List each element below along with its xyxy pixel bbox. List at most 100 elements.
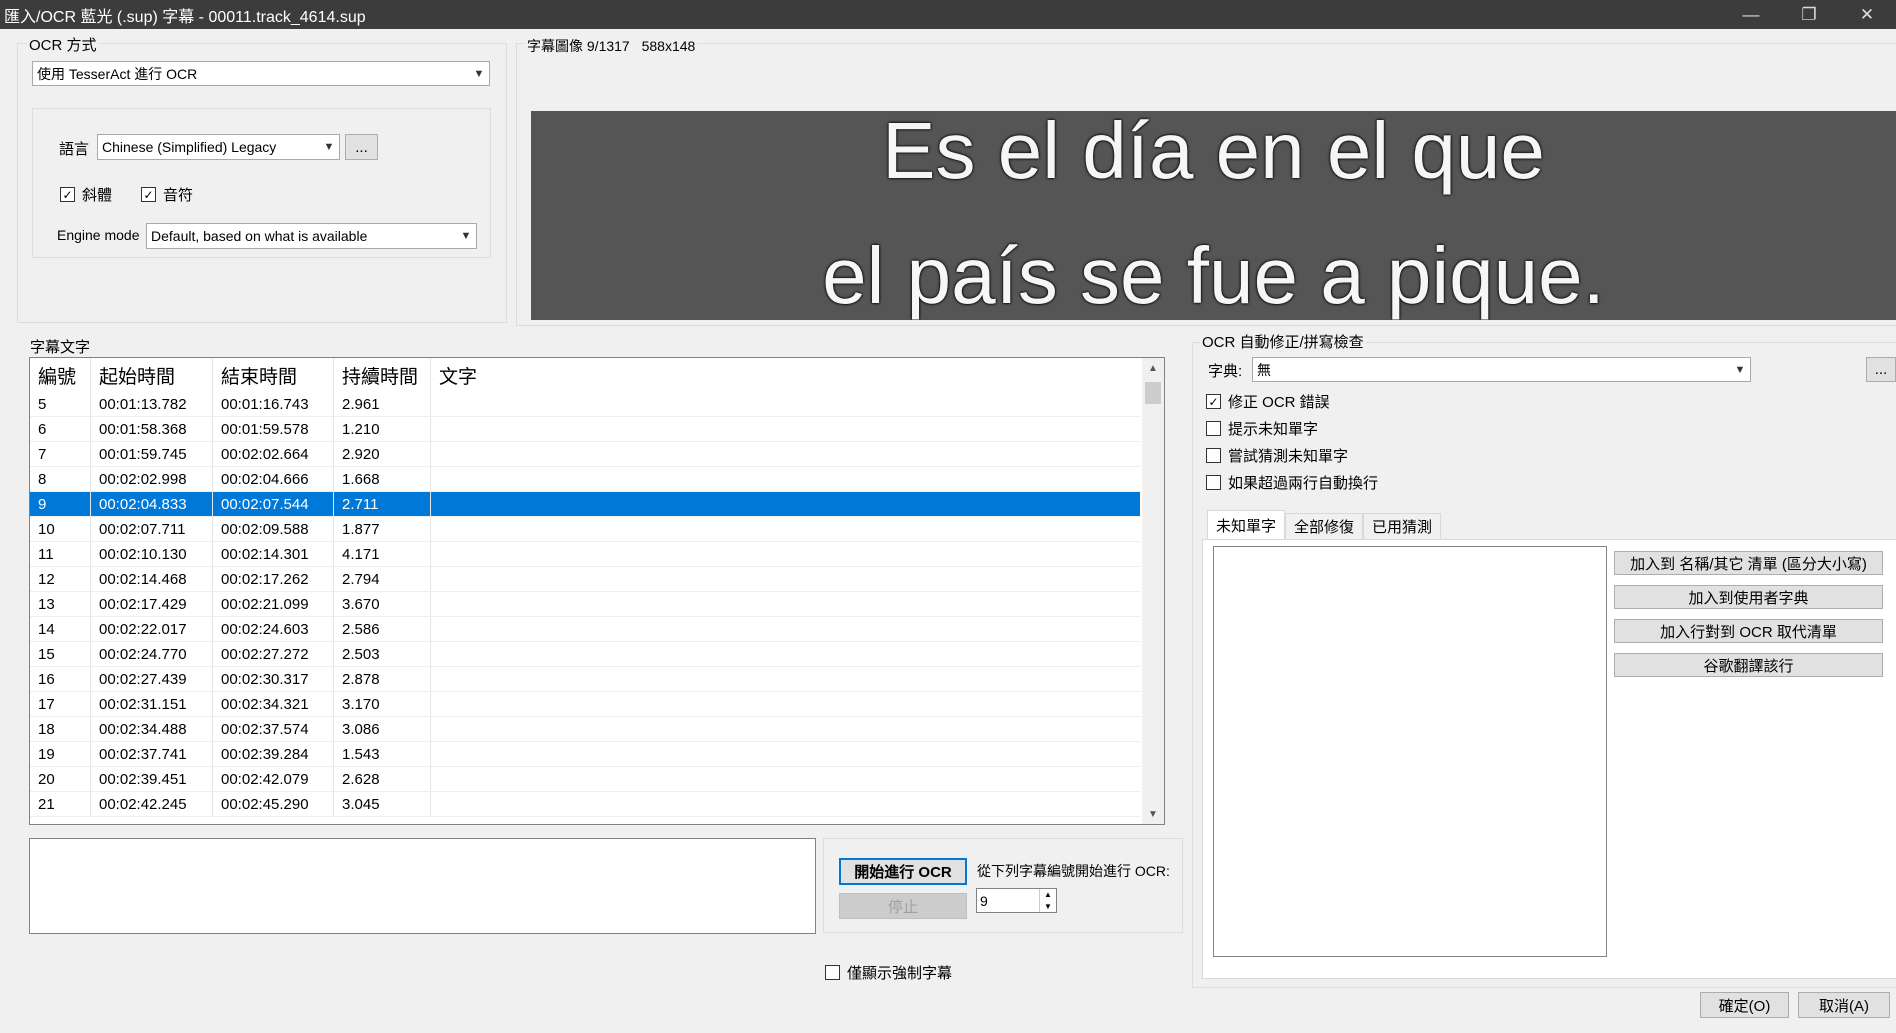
scroll-thumb[interactable] xyxy=(1145,382,1161,404)
table-row[interactable]: 20 00:02:39.451 00:02:42.079 2.628 xyxy=(30,767,1140,792)
subtitle-list-rows: 5 00:01:13.782 00:01:16.743 2.961 6 00:01:58.… xyxy=(30,392,1140,817)
row-number: 12 xyxy=(30,567,91,591)
unknown-words-list[interactable] xyxy=(1213,546,1607,957)
forced-only-check-icon xyxy=(825,965,840,980)
start-from-spinner[interactable]: ▲ ▼ xyxy=(1039,889,1056,912)
subtitle-list[interactable]: 編號 起始時間 結束時間 持續時間 文字 5 00:01:13.782 00:01:… xyxy=(29,357,1165,825)
diacritics-checkbox[interactable]: ✓ 音符 xyxy=(141,184,193,205)
table-row[interactable]: 14 00:02:22.017 00:02:24.603 2.586 xyxy=(30,617,1140,642)
row-number: 21 xyxy=(30,792,91,816)
row-start-time: 00:02:22.017 xyxy=(91,617,213,641)
start-ocr-button[interactable]: 開始進行 OCR xyxy=(839,858,967,885)
ocr-text-box[interactable] xyxy=(29,838,816,934)
italic-checkbox[interactable]: ✓ 斜體 xyxy=(60,184,112,205)
column-text[interactable]: 文字 xyxy=(431,358,1140,392)
google-translate-line-button[interactable]: 谷歌翻譯該行 xyxy=(1614,653,1883,677)
ocr-method-select[interactable]: 使用 TesserAct 進行 OCR ▼ xyxy=(32,61,490,86)
forced-only-checkbox[interactable]: 僅顯示強制字幕 xyxy=(825,962,952,983)
table-row[interactable]: 11 00:02:10.130 00:02:14.301 4.171 xyxy=(30,542,1140,567)
auto-break-checkbox[interactable]: 如果超過兩行自動換行 xyxy=(1206,472,1378,493)
start-from-input[interactable]: 9 ▲ ▼ xyxy=(976,888,1057,913)
guess-unknown-checkbox[interactable]: 嘗試猜測未知單字 xyxy=(1206,445,1348,466)
row-duration: 2.503 xyxy=(334,642,431,666)
row-start-time: 00:02:34.488 xyxy=(91,717,213,741)
row-start-time: 00:02:39.451 xyxy=(91,767,213,791)
language-more-button[interactable]: ... xyxy=(345,134,378,160)
dictionary-more-button[interactable]: ... xyxy=(1866,357,1896,382)
add-to-user-dictionary-button[interactable]: 加入到使用者字典 xyxy=(1614,585,1883,609)
stop-ocr-button[interactable]: 停止 xyxy=(839,893,967,919)
ok-button[interactable]: 確定(O) xyxy=(1700,992,1789,1018)
row-number: 18 xyxy=(30,717,91,741)
row-number: 20 xyxy=(30,767,91,791)
row-start-time: 00:02:37.741 xyxy=(91,742,213,766)
prompt-unknown-check-icon xyxy=(1206,421,1221,436)
scroll-down-icon[interactable]: ▼ xyxy=(1142,804,1164,824)
row-text xyxy=(431,667,1140,691)
table-row[interactable]: 13 00:02:17.429 00:02:21.099 3.670 xyxy=(30,592,1140,617)
table-row[interactable]: 15 00:02:24.770 00:02:27.272 2.503 xyxy=(30,642,1140,667)
language-select[interactable]: Chinese (Simplified) Legacy ▼ xyxy=(97,134,340,160)
row-text xyxy=(431,567,1140,591)
row-end-time: 00:02:21.099 xyxy=(213,592,334,616)
row-end-time: 00:01:16.743 xyxy=(213,392,334,416)
scroll-up-icon[interactable]: ▲ xyxy=(1142,358,1164,378)
engine-mode-select[interactable]: Default, based on what is available ▼ xyxy=(146,223,477,249)
tab-guesses-used[interactable]: 已用猜測 xyxy=(1363,513,1442,539)
restore-icon[interactable]: ❐ xyxy=(1780,0,1838,29)
row-start-time: 00:02:02.998 xyxy=(91,467,213,491)
cancel-button[interactable]: 取消(A) xyxy=(1798,992,1890,1018)
minimize-icon[interactable]: — xyxy=(1722,0,1780,29)
row-duration: 1.210 xyxy=(334,417,431,441)
guess-unknown-check-icon xyxy=(1206,448,1221,463)
row-start-time: 00:02:10.130 xyxy=(91,542,213,566)
preview-size: 588x148 xyxy=(641,38,696,54)
table-row[interactable]: 8 00:02:02.998 00:02:04.666 1.668 xyxy=(30,467,1140,492)
row-duration: 4.171 xyxy=(334,542,431,566)
row-number: 11 xyxy=(30,542,91,566)
ocr-method-value: 使用 TesserAct 進行 OCR xyxy=(37,65,198,82)
table-row[interactable]: 18 00:02:34.488 00:02:37.574 3.086 xyxy=(30,717,1140,742)
table-row[interactable]: 10 00:02:07.711 00:02:09.588 1.877 xyxy=(30,517,1140,542)
table-row[interactable]: 12 00:02:14.468 00:02:17.262 2.794 xyxy=(30,567,1140,592)
tab-unknown-words[interactable]: 未知單字 xyxy=(1207,510,1286,539)
column-number[interactable]: 編號 xyxy=(30,358,91,392)
table-row[interactable]: 7 00:01:59.745 00:02:02.664 2.920 xyxy=(30,442,1140,467)
row-text xyxy=(431,467,1140,491)
table-row[interactable]: 16 00:02:27.439 00:02:30.317 2.878 xyxy=(30,667,1140,692)
row-number: 16 xyxy=(30,667,91,691)
table-row[interactable]: 19 00:02:37.741 00:02:39.284 1.543 xyxy=(30,742,1140,767)
column-start-time[interactable]: 起始時間 xyxy=(91,358,213,392)
row-start-time: 00:02:27.439 xyxy=(91,667,213,691)
spin-down-icon[interactable]: ▼ xyxy=(1040,901,1056,913)
column-duration[interactable]: 持續時間 xyxy=(334,358,431,392)
row-end-time: 00:02:39.284 xyxy=(213,742,334,766)
row-number: 9 xyxy=(30,492,91,516)
fix-ocr-checkbox[interactable]: ✓ 修正 OCR 錯誤 xyxy=(1206,391,1330,412)
prompt-unknown-checkbox[interactable]: 提示未知單字 xyxy=(1206,418,1318,439)
table-row[interactable]: 9 00:02:04.833 00:02:07.544 2.711 xyxy=(30,492,1140,517)
tab-all-fixes[interactable]: 全部修復 xyxy=(1285,513,1364,539)
row-duration: 2.794 xyxy=(334,567,431,591)
language-value: Chinese (Simplified) Legacy xyxy=(102,139,277,155)
list-scrollbar[interactable]: ▲ ▼ xyxy=(1142,358,1164,824)
preview-index: 字幕圖像 9/1317 xyxy=(527,38,630,54)
table-row[interactable]: 21 00:02:42.245 00:02:45.290 3.045 xyxy=(30,792,1140,817)
autocorrect-tabs: 未知單字 全部修復 已用猜測 xyxy=(1207,510,1442,539)
dictionary-select[interactable]: 無 ▼ xyxy=(1252,357,1751,382)
ocr-method-label: OCR 方式 xyxy=(27,34,99,55)
add-to-ocr-replace-button[interactable]: 加入行對到 OCR 取代清單 xyxy=(1614,619,1883,643)
row-text xyxy=(431,792,1140,816)
subtitle-list-header: 編號 起始時間 結束時間 持續時間 文字 xyxy=(30,358,1140,392)
table-row[interactable]: 5 00:01:13.782 00:01:16.743 2.961 xyxy=(30,392,1140,417)
table-row[interactable]: 6 00:01:58.368 00:01:59.578 1.210 xyxy=(30,417,1140,442)
table-row[interactable]: 17 00:02:31.151 00:02:34.321 3.170 xyxy=(30,692,1140,717)
row-text xyxy=(431,617,1140,641)
column-end-time[interactable]: 結束時間 xyxy=(213,358,334,392)
row-end-time: 00:02:17.262 xyxy=(213,567,334,591)
row-text xyxy=(431,767,1140,791)
close-icon[interactable]: ✕ xyxy=(1838,0,1896,29)
add-to-names-button[interactable]: 加入到 名稱/其它 清單 (區分大小寫) xyxy=(1614,551,1883,575)
spin-up-icon[interactable]: ▲ xyxy=(1040,889,1056,901)
guess-unknown-label: 嘗試猜測未知單字 xyxy=(1228,448,1349,465)
